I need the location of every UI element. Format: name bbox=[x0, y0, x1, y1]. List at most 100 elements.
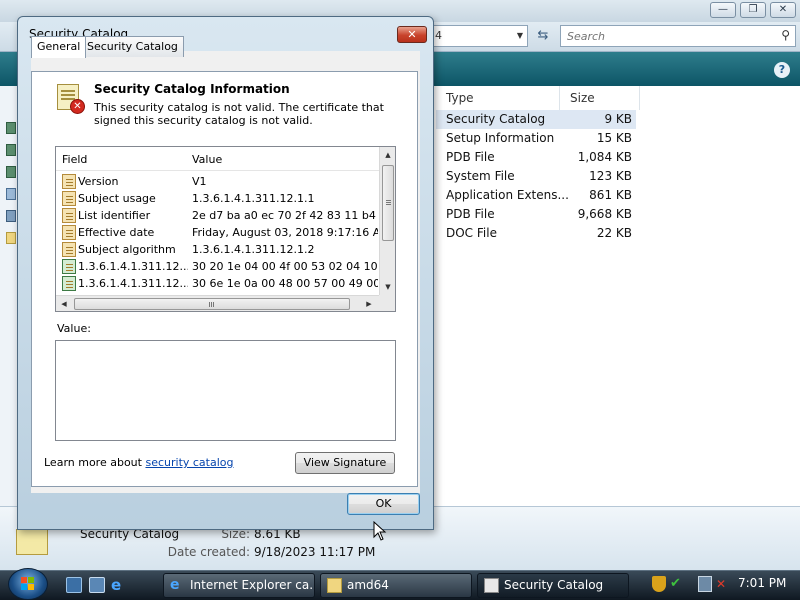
file-row[interactable]: System File 123 KB bbox=[436, 167, 636, 186]
tab-security-catalog[interactable]: Security Catalog bbox=[81, 36, 184, 57]
taskbar-button-internet-explorer[interactable]: e Internet Explorer ca... bbox=[163, 573, 315, 598]
file-row[interactable]: Application Extens... 861 KB bbox=[436, 186, 636, 205]
scroll-down-icon[interactable]: ▼ bbox=[380, 279, 395, 295]
value-textarea[interactable] bbox=[56, 341, 395, 440]
list-row[interactable]: Subject usage 1.3.6.1.4.1.311.12.1.1 bbox=[56, 190, 379, 207]
property-icon bbox=[62, 242, 76, 257]
list-row[interactable]: Effective date Friday, August 03, 2018 9… bbox=[56, 224, 379, 241]
property-icon bbox=[62, 191, 76, 206]
start-button[interactable] bbox=[8, 568, 48, 600]
search-box[interactable]: ⚲ bbox=[560, 25, 796, 47]
file-size: 15 KB bbox=[596, 131, 632, 145]
address-dropdown-value: 4 bbox=[435, 29, 442, 42]
invalid-catalog-icon: ✕ bbox=[55, 82, 87, 116]
file-row[interactable]: Setup Information 15 KB bbox=[436, 129, 636, 148]
file-type: Setup Information bbox=[446, 131, 555, 145]
minimize-button[interactable]: — bbox=[710, 2, 736, 18]
scroll-right-icon[interactable]: ▶ bbox=[361, 296, 377, 311]
extension-icon bbox=[62, 276, 76, 291]
switch-windows-icon[interactable] bbox=[89, 577, 105, 593]
row-value: 30 20 1e 04 00 4f 00 53 02 04 10 01... bbox=[192, 260, 378, 273]
file-row[interactable]: PDB File 1,084 KB bbox=[436, 148, 636, 167]
row-field: 1.3.6.1.4.1.311.12... bbox=[78, 277, 188, 290]
row-value: 1.3.6.1.4.1.311.12.1.1 bbox=[192, 192, 315, 205]
scroll-left-icon[interactable]: ◀ bbox=[56, 296, 72, 311]
folder-icon[interactable] bbox=[6, 144, 16, 156]
horizontal-scrollbar[interactable]: ◀ ▶ bbox=[56, 295, 379, 311]
file-list: Type Size Security Catalog 9 KB Setup In… bbox=[436, 86, 800, 506]
security-catalog-link[interactable]: security catalog bbox=[145, 456, 233, 469]
taskbar-button-label: Security Catalog bbox=[504, 578, 604, 592]
scrollbar-thumb[interactable] bbox=[74, 298, 350, 310]
row-value: 2e d7 ba a0 ec 70 2f 42 83 11 b4 c5 ... bbox=[192, 209, 378, 222]
row-value: Friday, August 03, 2018 9:17:16 AM bbox=[192, 226, 378, 239]
computer-icon[interactable] bbox=[6, 188, 16, 200]
scroll-up-icon[interactable]: ▲ bbox=[380, 147, 395, 163]
row-field: Subject usage bbox=[78, 192, 156, 205]
property-icon bbox=[62, 208, 76, 223]
extension-icon bbox=[62, 259, 76, 274]
ie-icon: e bbox=[170, 577, 180, 593]
field-value-list[interactable]: Field Value Version V1 Subject usage 1.3… bbox=[55, 146, 396, 312]
network-icon[interactable] bbox=[698, 576, 712, 592]
help-icon[interactable]: ? bbox=[774, 62, 790, 78]
row-value: 1.3.6.1.4.1.311.12.1.2 bbox=[192, 243, 315, 256]
taskbar-button-label: Internet Explorer ca... bbox=[190, 578, 315, 592]
column-header-field[interactable]: Field bbox=[62, 153, 87, 166]
volume-muted-icon[interactable]: ✕ bbox=[716, 576, 730, 592]
file-type: System File bbox=[446, 169, 515, 183]
folder-icon[interactable] bbox=[6, 122, 16, 134]
folder-icon bbox=[327, 578, 342, 593]
chevron-down-icon: ▼ bbox=[516, 31, 523, 40]
list-row[interactable]: List identifier 2e d7 ba a0 ec 70 2f 42 … bbox=[56, 207, 379, 224]
explorer-close-button[interactable]: ✕ bbox=[770, 2, 796, 18]
scrollbar-thumb[interactable] bbox=[382, 165, 394, 241]
folder-icon[interactable] bbox=[6, 166, 16, 178]
file-size: 123 KB bbox=[589, 169, 632, 183]
file-row[interactable]: PDB File 9,668 KB bbox=[436, 205, 636, 224]
dialog-close-button[interactable]: ✕ bbox=[397, 26, 427, 43]
taskbar-button-security-catalog[interactable]: Security Catalog bbox=[477, 573, 629, 598]
column-header-type[interactable]: Type bbox=[436, 86, 560, 110]
list-row[interactable]: Version V1 bbox=[56, 173, 379, 190]
list-row[interactable]: 1.3.6.1.4.1.311.12... 30 20 1e 04 00 4f … bbox=[56, 258, 379, 275]
search-icon[interactable]: ⚲ bbox=[781, 28, 790, 42]
column-header-size[interactable]: Size bbox=[560, 86, 640, 110]
info-heading: Security Catalog Information bbox=[94, 82, 290, 96]
file-row[interactable]: Security Catalog 9 KB bbox=[436, 110, 636, 129]
learn-more-prefix: Learn more about bbox=[44, 456, 146, 469]
list-row[interactable]: 1.3.6.1.4.1.311.12... 30 6e 1e 0a 00 48 … bbox=[56, 275, 379, 292]
file-type: PDB File bbox=[446, 207, 495, 221]
address-dropdown[interactable]: 4 ▼ bbox=[430, 25, 528, 47]
tab-general[interactable]: General bbox=[31, 36, 87, 58]
folder-icon[interactable] bbox=[6, 232, 16, 244]
vertical-scrollbar[interactable]: ▲ ▼ bbox=[379, 147, 395, 295]
checkmark-icon[interactable]: ✔ bbox=[670, 576, 684, 592]
file-row[interactable]: DOC File 22 KB bbox=[436, 224, 636, 243]
windows-logo-icon bbox=[21, 577, 35, 591]
details-date-label: Date created: bbox=[167, 545, 250, 559]
column-header-value[interactable]: Value bbox=[192, 153, 222, 166]
security-shield-icon[interactable] bbox=[652, 576, 666, 592]
show-desktop-icon[interactable] bbox=[66, 577, 82, 593]
list-row[interactable]: Subject algorithm 1.3.6.1.4.1.311.12.1.2 bbox=[56, 241, 379, 258]
file-type: Application Extens... bbox=[446, 188, 569, 202]
ok-button[interactable]: OK bbox=[347, 493, 420, 515]
value-label: Value: bbox=[57, 322, 91, 335]
value-field[interactable] bbox=[55, 340, 396, 441]
file-size: 1,084 KB bbox=[577, 150, 632, 164]
internet-explorer-icon[interactable]: e bbox=[111, 577, 127, 593]
view-signature-button[interactable]: View Signature bbox=[295, 452, 395, 474]
learn-more-text: Learn more about security catalog bbox=[44, 456, 234, 469]
clock[interactable]: 7:01 PM bbox=[738, 576, 786, 590]
search-input[interactable] bbox=[561, 26, 771, 46]
file-type: DOC File bbox=[446, 226, 497, 240]
maximize-button[interactable]: ❐ bbox=[740, 2, 766, 18]
refresh-icon[interactable]: ⇆ bbox=[531, 25, 555, 47]
network-icon[interactable] bbox=[6, 210, 16, 222]
taskbar-button-amd64[interactable]: amd64 bbox=[320, 573, 472, 598]
catalog-icon bbox=[484, 578, 499, 593]
file-type: PDB File bbox=[446, 150, 495, 164]
list-header: Field Value bbox=[56, 147, 379, 171]
row-field: Effective date bbox=[78, 226, 155, 239]
